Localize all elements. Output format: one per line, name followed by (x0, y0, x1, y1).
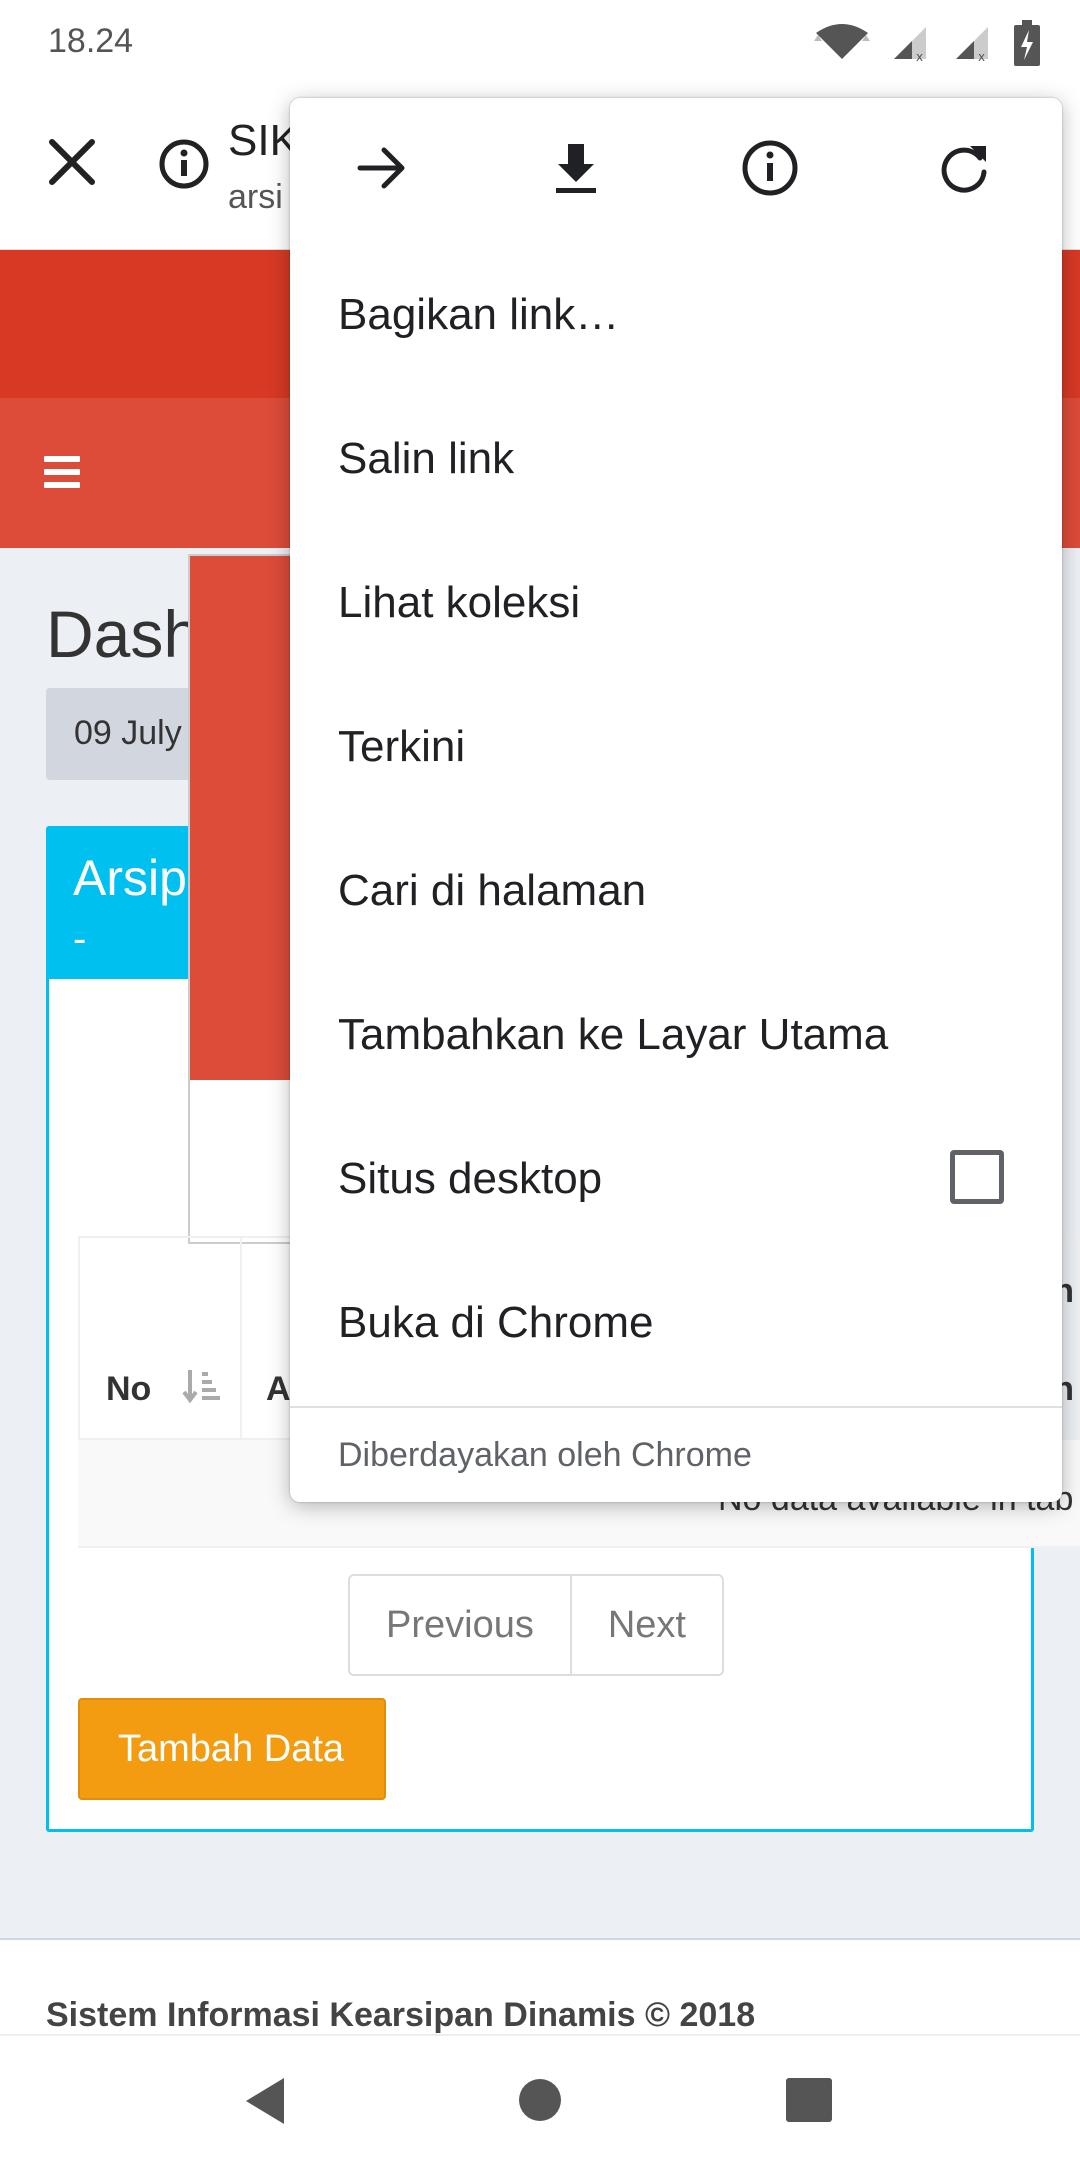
battery-icon (1014, 20, 1040, 66)
close-icon[interactable] (46, 136, 98, 188)
sort-icon[interactable] (182, 1366, 222, 1406)
refresh-icon[interactable] (934, 138, 994, 198)
menu-item-open-in-chrome[interactable]: Buka di Chrome (338, 1298, 653, 1348)
pagination: Previous Next (348, 1574, 724, 1676)
svg-text:x: x (978, 50, 985, 63)
menu-item-share-link[interactable]: Bagikan link… (338, 290, 619, 340)
status-bar: 18.24 x x (0, 0, 1080, 86)
home-icon[interactable] (518, 2078, 562, 2122)
menu-item-add-to-home-screen[interactable]: Tambahkan ke Layar Utama (338, 1010, 888, 1060)
page-footer: Sistem Informasi Kearsipan Dinamis © 201… (0, 1938, 1080, 2034)
menu-item-desktop-site[interactable]: Situs desktop (338, 1154, 602, 1204)
menu-footer: Diberdayakan oleh Chrome (338, 1436, 752, 1474)
overflow-menu: Bagikan link… Salin link Lihat koleksi T… (290, 98, 1062, 1502)
menu-item-view-collections[interactable]: Lihat koleksi (338, 578, 580, 628)
signal-icon: x (894, 27, 926, 63)
wifi-icon (814, 24, 870, 59)
archive-box-subtitle: - (73, 917, 87, 961)
status-icons: x x (812, 16, 1040, 70)
footer-text: Sistem Informasi Kearsipan Dinamis © 201… (46, 1996, 756, 2034)
download-icon[interactable] (546, 138, 606, 198)
previous-button[interactable]: Previous (350, 1576, 572, 1674)
svg-text:x: x (916, 50, 923, 63)
page-heading: Dash (46, 597, 201, 671)
system-navigation-bar (0, 2034, 1080, 2160)
menu-item-recent[interactable]: Terkini (338, 722, 465, 772)
back-icon[interactable] (242, 2076, 288, 2126)
status-time: 18.24 (48, 22, 134, 60)
desktop-site-checkbox[interactable] (950, 1150, 1004, 1204)
page-title: SIK (228, 116, 299, 165)
add-data-button[interactable]: Tambah Data (78, 1698, 386, 1800)
menu-item-copy-link[interactable]: Salin link (338, 434, 514, 484)
archive-box-title: Arsip (73, 850, 187, 906)
site-info-icon[interactable] (158, 138, 210, 190)
page-url: arsi (228, 178, 283, 216)
signal-icon-2: x (956, 27, 988, 63)
hamburger-menu-icon[interactable] (44, 456, 84, 490)
arrow-forward-icon[interactable] (352, 138, 412, 198)
next-button[interactable]: Next (572, 1576, 722, 1674)
dropdown-panel-header (190, 556, 306, 1080)
info-icon[interactable] (740, 138, 800, 198)
column-header-no-label: No (106, 1370, 152, 1408)
recents-icon[interactable] (786, 2078, 832, 2122)
column-header-no[interactable]: No (78, 1236, 242, 1440)
archive-box-header: Arsip - (49, 829, 189, 979)
menu-divider (290, 1406, 1062, 1408)
menu-icon-row (290, 98, 1062, 242)
column-header-a-label: A (266, 1370, 291, 1408)
menu-item-find-in-page[interactable]: Cari di halaman (338, 866, 646, 916)
